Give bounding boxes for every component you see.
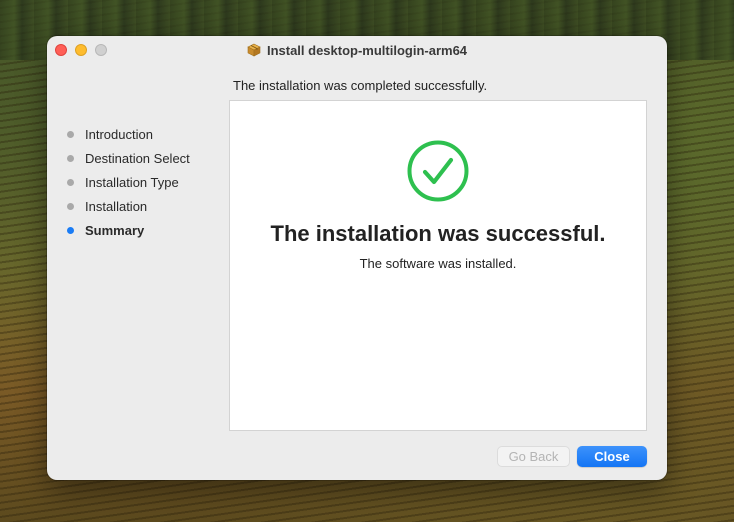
- package-icon: [247, 43, 261, 57]
- installer-window: Install desktop-multilogin-arm64 The ins…: [47, 36, 667, 480]
- sidebar-step-summary: Summary: [67, 218, 190, 242]
- step-label: Installation Type: [85, 174, 179, 190]
- checkmark-circle-icon: [407, 140, 469, 202]
- zoom-window-button[interactable]: [95, 44, 107, 56]
- window-controls: [55, 44, 107, 56]
- status-line: The installation was completed successfu…: [233, 78, 488, 93]
- close-window-button[interactable]: [55, 44, 67, 56]
- go-back-button[interactable]: Go Back: [497, 446, 570, 467]
- title-bar[interactable]: Install desktop-multilogin-arm64: [47, 36, 667, 64]
- step-label: Introduction: [85, 126, 153, 142]
- step-bullet: [67, 202, 74, 210]
- close-button[interactable]: Close: [577, 446, 647, 467]
- step-bullet: [67, 154, 74, 162]
- window-title: Install desktop-multilogin-arm64: [266, 42, 468, 58]
- minimize-window-button[interactable]: [75, 44, 87, 56]
- success-subtext: The software was installed.: [359, 256, 517, 271]
- step-bullet: [67, 130, 74, 138]
- summary-content-pane: The installation was successful. The sof…: [229, 100, 647, 431]
- sidebar-step-destination-select: Destination Select: [67, 146, 190, 170]
- step-bullet-active: [67, 226, 74, 234]
- step-bullet: [67, 178, 74, 186]
- sidebar-step-introduction: Introduction: [67, 122, 190, 146]
- window-title-group: Install desktop-multilogin-arm64: [247, 43, 467, 58]
- installer-steps-sidebar: Introduction Destination Select Installa…: [67, 122, 190, 242]
- sidebar-step-installation: Installation: [67, 194, 190, 218]
- success-heading: The installation was successful.: [270, 221, 606, 246]
- step-label: Summary: [85, 222, 145, 238]
- step-label: Destination Select: [85, 150, 190, 166]
- sidebar-step-installation-type: Installation Type: [67, 170, 190, 194]
- step-label: Installation: [85, 198, 148, 214]
